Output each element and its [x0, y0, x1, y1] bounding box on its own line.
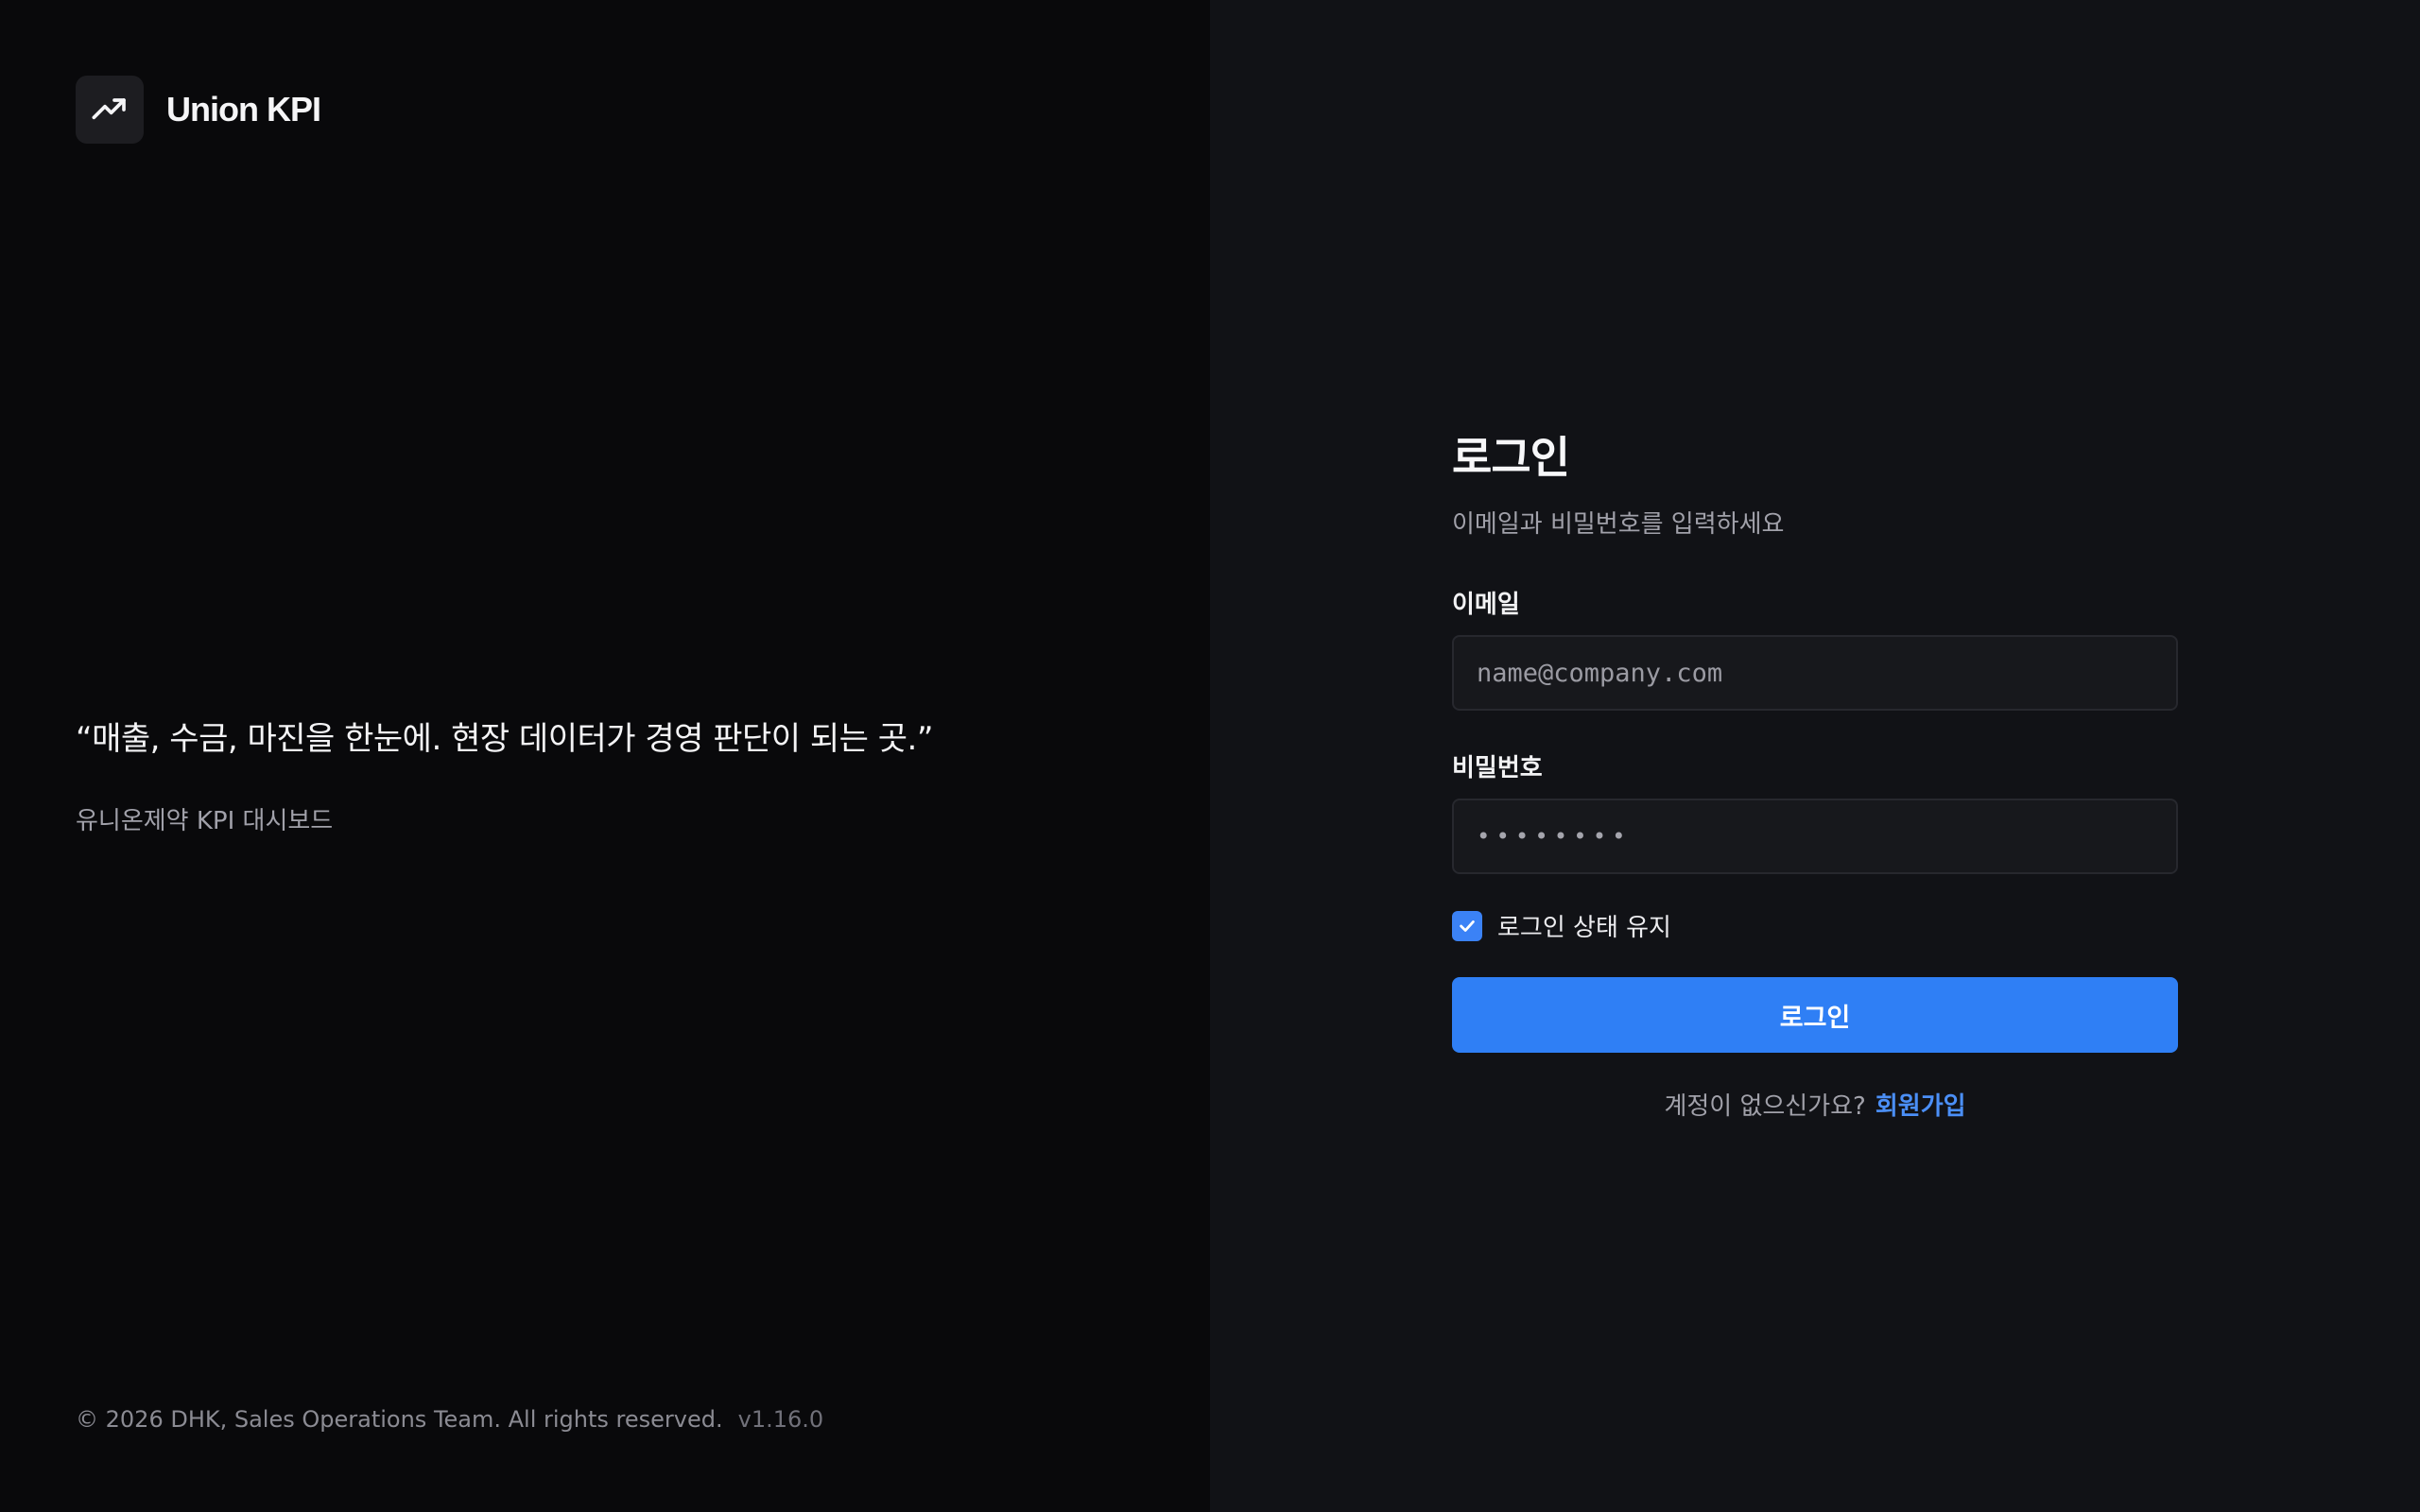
password-input[interactable]: [1477, 823, 2153, 850]
signup-prompt-row: 계정이 없으신가요? 회원가입: [1452, 1087, 2178, 1122]
copyright-text: © 2026 DHK, Sales Operations Team. All r…: [76, 1406, 723, 1433]
login-page: Union KPI “매출, 수금, 마진을 한눈에. 현장 데이터가 경영 판…: [0, 0, 2420, 1512]
hero-subtitle: 유니온제약 KPI 대시보드: [76, 807, 334, 835]
remember-me-checkbox[interactable]: [1452, 910, 1482, 941]
page-title: 로그인: [1452, 432, 1570, 483]
email-label: 이메일: [1452, 591, 1520, 619]
footer: © 2026 DHK, Sales Operations Team. All r…: [76, 1406, 823, 1433]
remember-me-label: 로그인 상태 유지: [1497, 914, 1671, 942]
brand-logo: Union KPI: [76, 76, 321, 144]
brand-panel: Union KPI “매출, 수금, 마진을 한눈에. 현장 데이터가 경영 판…: [0, 0, 1210, 1512]
email-input[interactable]: [1477, 658, 2153, 688]
brand-name: Union KPI: [166, 90, 321, 129]
signup-prompt: 계정이 없으신가요?: [1664, 1092, 1866, 1121]
remember-me-toggle[interactable]: 로그인 상태 유지: [1452, 908, 2178, 943]
form-subtitle: 이메일과 비밀번호를 입력하세요: [1452, 510, 1785, 539]
login-button[interactable]: 로그인: [1452, 977, 2178, 1053]
trending-up-icon: [76, 76, 144, 144]
form-panel: 로그인 이메일과 비밀번호를 입력하세요 이메일 비밀번호 로그인 상태 유지 …: [1210, 0, 2420, 1512]
hero-quote: “매출, 수금, 마진을 한눈에. 현장 데이터가 경영 판단이 되는 곳.”: [76, 720, 933, 758]
login-form: 로그인 이메일과 비밀번호를 입력하세요 이메일 비밀번호 로그인 상태 유지 …: [1452, 423, 2178, 1122]
email-field-wrapper: [1452, 635, 2178, 711]
version-text: v1.16.0: [737, 1406, 824, 1433]
check-icon: [1460, 919, 1475, 932]
signup-link[interactable]: 회원가입: [1876, 1092, 1966, 1121]
password-label: 비밀번호: [1452, 754, 1543, 782]
password-field-wrapper: [1452, 799, 2178, 874]
